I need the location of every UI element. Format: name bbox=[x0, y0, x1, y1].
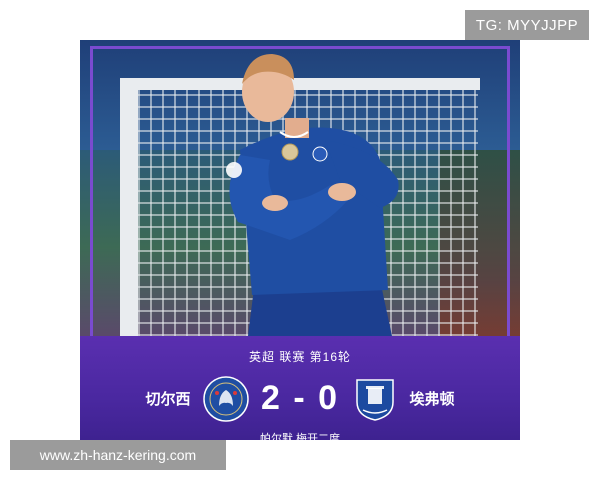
match-card[interactable]: 英超 联赛 第16轮 切尔西 2 - 0 埃弗顿 帕尔默 梅开二度 bbox=[80, 40, 520, 440]
away-team-name[interactable]: 埃弗顿 bbox=[402, 388, 462, 409]
page: TG: MYYJJPP 英超 联赛 第16轮 切尔西 2 - 0 埃弗顿 帕尔默… bbox=[0, 0, 600, 480]
score-band: 英超 联赛 第16轮 切尔西 2 - 0 埃弗顿 帕尔默 梅开二度 bbox=[80, 336, 520, 440]
home-team-name[interactable]: 切尔西 bbox=[138, 388, 198, 409]
scorer-line: 帕尔默 梅开二度 bbox=[259, 433, 341, 440]
score-display: 2 - 0 bbox=[260, 379, 340, 417]
photo-frame bbox=[90, 46, 510, 336]
match-photo bbox=[80, 40, 520, 336]
chelsea-crest-icon[interactable] bbox=[203, 376, 249, 422]
tg-watermark: TG: MYYJJPP bbox=[465, 10, 589, 40]
competition-label: 英超 联赛 第16轮 bbox=[248, 350, 352, 364]
everton-crest-icon[interactable] bbox=[353, 376, 397, 422]
site-watermark: www.zh-hanz-kering.com bbox=[10, 440, 226, 470]
